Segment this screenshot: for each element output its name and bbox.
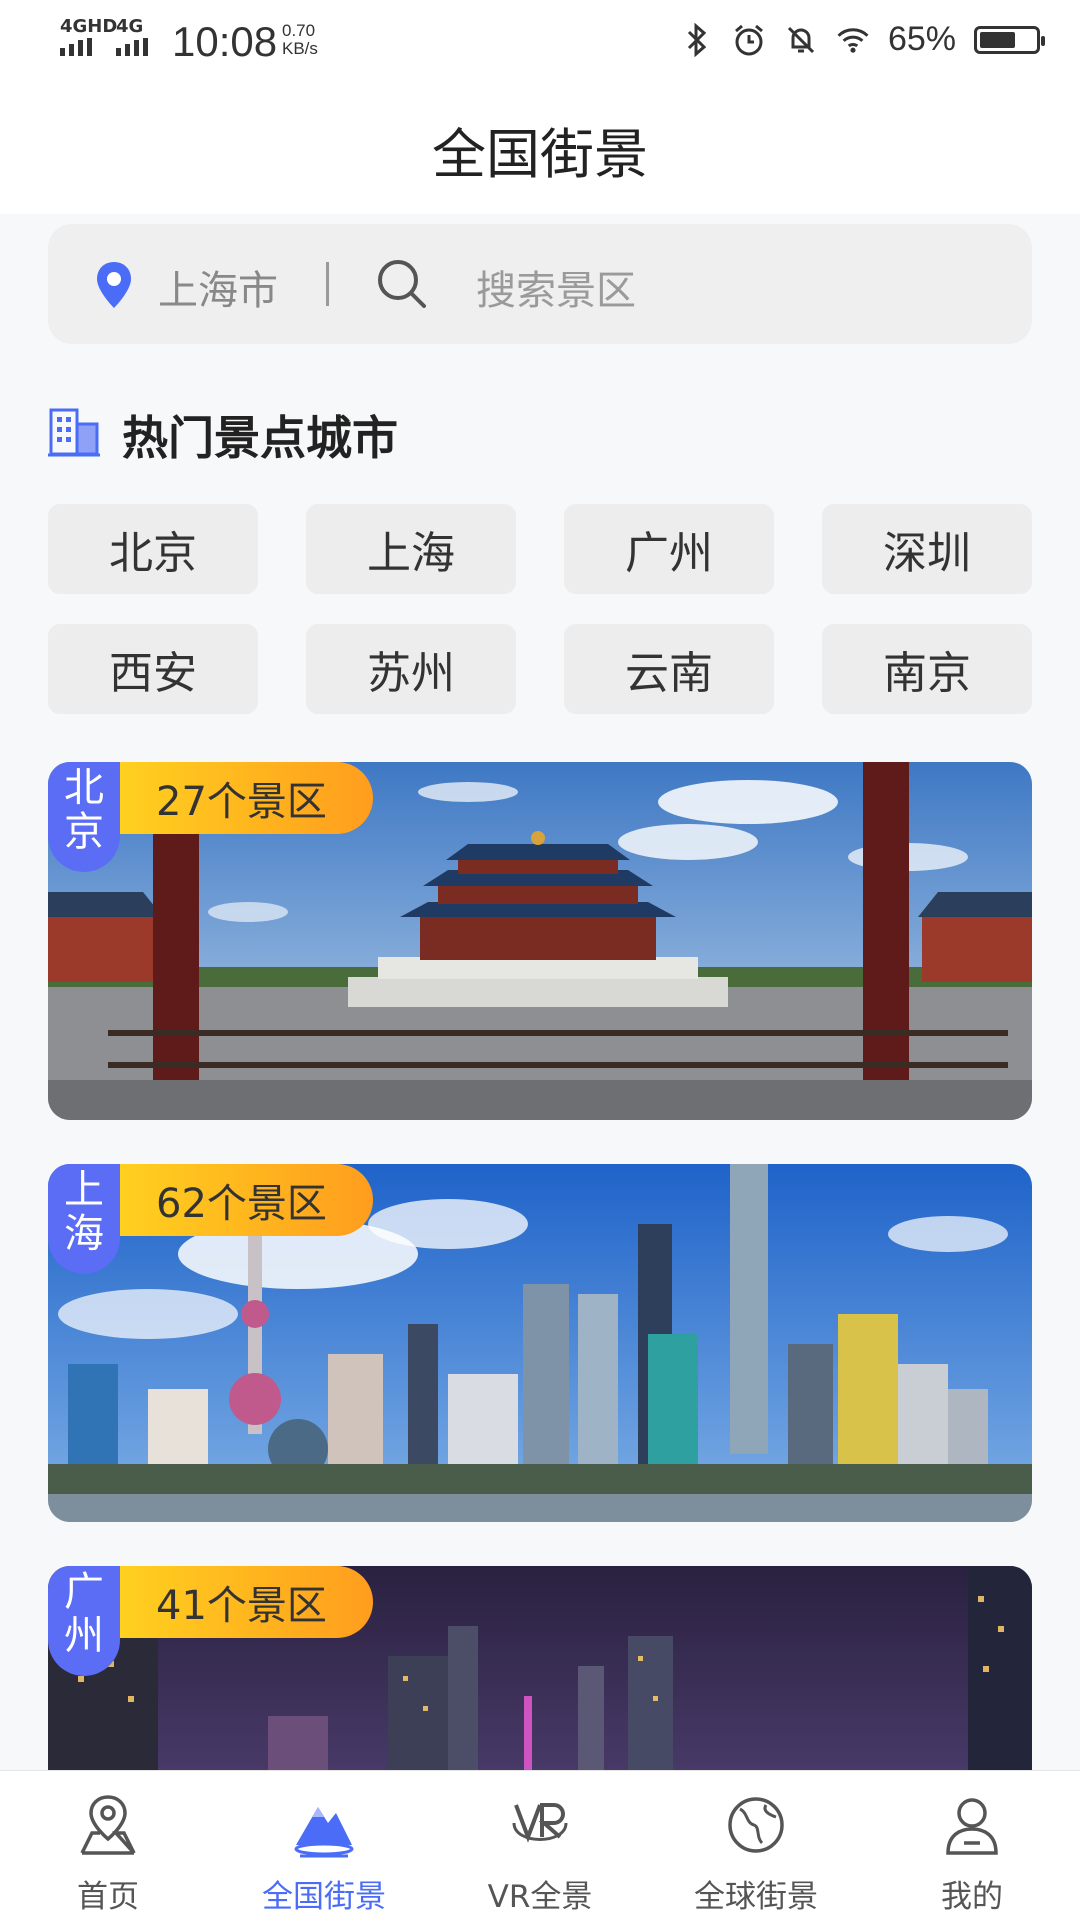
signal-icon — [60, 38, 92, 56]
nav-label: 我的 — [941, 1879, 1003, 1915]
search-icon[interactable] — [374, 256, 430, 316]
city-chip-nanjing[interactable]: 南京 — [822, 624, 1032, 714]
city-chip-xian[interactable]: 西安 — [48, 624, 258, 714]
network-speed: 0.70 KB/s — [282, 22, 318, 58]
city-chip-beijing[interactable]: 北京 — [48, 504, 258, 594]
city-tag: 北京 — [48, 762, 120, 872]
section-title: 热门景点城市 — [122, 411, 398, 465]
map-pin-icon — [80, 1795, 136, 1855]
city-chip-guangzhou[interactable]: 广州 — [564, 504, 774, 594]
building-icon — [48, 404, 100, 462]
scenic-count-badge: 62个景区 — [112, 1164, 373, 1236]
nav-home[interactable]: 首页 — [0, 1771, 216, 1921]
search-divider — [326, 262, 329, 306]
location-pin-icon[interactable] — [94, 260, 134, 314]
nav-label: VR全景 — [487, 1879, 593, 1915]
app-header: 全国街景 — [0, 88, 1080, 214]
city-chip-suzhou[interactable]: 苏州 — [306, 624, 516, 714]
nav-profile[interactable]: 我的 — [864, 1771, 1080, 1921]
mountain-icon — [294, 1807, 354, 1858]
city-tag: 广州 — [48, 1566, 120, 1676]
city-tag-text: 北京 — [64, 765, 104, 855]
status-bar: 4GHD 4G 10:08 0.70 KB/s 65% — [0, 0, 1080, 88]
nav-national-streetview[interactable]: 全国街景 — [216, 1771, 432, 1921]
scenic-count-badge: 27个景区 — [112, 762, 373, 834]
battery-icon — [974, 25, 1045, 54]
vr-icon — [512, 1803, 568, 1843]
city-tag: 上海 — [48, 1164, 120, 1274]
city-card-shanghai[interactable]: 上海 62个景区 — [48, 1164, 1032, 1522]
bluetooth-icon — [680, 22, 714, 57]
nav-label: 首页 — [77, 1879, 139, 1915]
city-chip-shenzhen[interactable]: 深圳 — [822, 504, 1032, 594]
scenic-count-badge: 41个景区 — [112, 1566, 373, 1638]
nav-vr[interactable]: VR全景 — [432, 1771, 648, 1921]
battery-percent: 65% — [887, 20, 956, 58]
city-tag-text: 广州 — [64, 1569, 104, 1659]
globe-icon — [728, 1797, 784, 1853]
city-card-guangzhou[interactable]: 广州 41个景区 — [48, 1566, 1032, 1786]
mute-icon — [784, 23, 818, 57]
location-selector[interactable]: 上海市 — [158, 258, 278, 316]
city-chip-shanghai[interactable]: 上海 — [306, 504, 516, 594]
page-title: 全国街景 — [432, 123, 648, 186]
bottom-nav: 首页 全国街景 VR全景 全球街景 我的 — [0, 1770, 1080, 1921]
city-card-beijing[interactable]: 北京 27个景区 — [48, 762, 1032, 1120]
network-label-4ghd: 4GHD — [60, 16, 118, 37]
wifi-icon — [836, 23, 870, 57]
network-speed-value: 0.70 — [282, 21, 316, 40]
user-icon — [946, 1798, 998, 1855]
nav-label: 全球街景 — [694, 1879, 818, 1915]
nav-global-streetview[interactable]: 全球街景 — [648, 1771, 864, 1921]
status-time: 10:08 — [172, 18, 278, 65]
signal-icon-2 — [116, 38, 148, 56]
city-tag-text: 上海 — [64, 1167, 104, 1257]
alarm-icon — [732, 23, 766, 57]
battery-level — [980, 31, 1015, 48]
search-bar[interactable]: 上海市 搜索景区 — [48, 224, 1032, 344]
nav-label: 全国街景 — [262, 1879, 386, 1915]
city-chip-yunnan[interactable]: 云南 — [564, 624, 774, 714]
search-input[interactable]: 搜索景区 — [476, 258, 636, 316]
network-speed-unit: KB/s — [282, 39, 318, 58]
network-label-4g: 4G — [116, 16, 144, 37]
